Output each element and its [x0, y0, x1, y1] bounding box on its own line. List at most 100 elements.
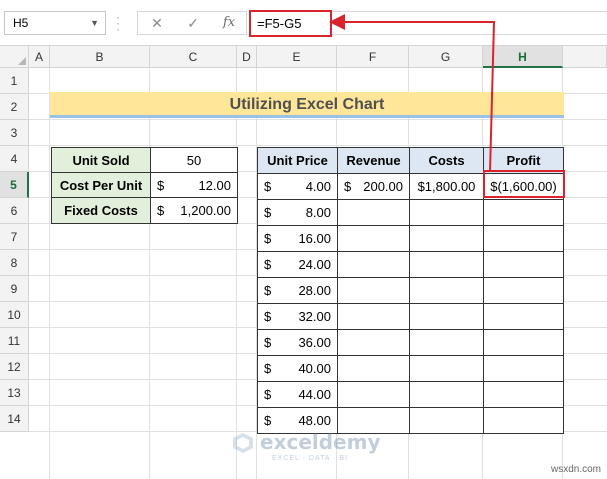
cell-value: 16.00 — [298, 231, 331, 246]
row-header-10[interactable]: 10 — [0, 302, 29, 328]
costs-cell[interactable] — [409, 225, 484, 252]
revenue-cell[interactable] — [337, 355, 410, 382]
currency-symbol: $ — [344, 179, 352, 194]
revenue-cell[interactable]: $200.00 — [337, 173, 410, 200]
fx-icon[interactable]: fx — [214, 13, 244, 33]
close-icon[interactable]: ✕ — [142, 13, 172, 33]
gridline — [149, 68, 150, 479]
column-header-g[interactable]: G — [409, 46, 483, 68]
column-header-b[interactable]: B — [50, 46, 150, 68]
input-value[interactable]: $1,200.00 — [150, 197, 238, 224]
row-header-12[interactable]: 12 — [0, 354, 29, 380]
unit-price-cell[interactable]: $24.00 — [257, 251, 338, 278]
row-header-8[interactable]: 8 — [0, 250, 29, 276]
check-icon[interactable]: ✓ — [178, 13, 208, 33]
gridline — [236, 68, 237, 479]
chevron-down-icon[interactable]: ▼ — [90, 12, 99, 34]
column-header-h[interactable]: H — [483, 46, 563, 68]
table-header[interactable]: Costs — [409, 147, 484, 174]
input-label[interactable]: Unit Sold — [51, 147, 151, 174]
costs-cell[interactable] — [409, 303, 484, 330]
site-label: wsxdn.com — [550, 464, 601, 475]
unit-price-cell[interactable]: $28.00 — [257, 277, 338, 304]
exceldemy-logo-icon — [233, 433, 253, 453]
unit-price-cell[interactable]: $36.00 — [257, 329, 338, 356]
currency-symbol: $ — [264, 309, 272, 324]
currency-symbol: $ — [264, 257, 272, 272]
gridline — [29, 119, 607, 120]
gridline — [49, 68, 50, 479]
revenue-cell[interactable] — [337, 329, 410, 356]
currency-symbol: $ — [264, 231, 272, 246]
table-header[interactable]: Unit Price — [257, 147, 338, 174]
currency-symbol: $ — [264, 387, 272, 402]
costs-cell[interactable] — [409, 199, 484, 226]
row-header-2[interactable]: 2 — [0, 94, 29, 120]
profit-cell[interactable] — [483, 381, 564, 408]
input-value[interactable]: 50 — [150, 147, 238, 174]
name-box[interactable]: H5 ▼ — [4, 11, 106, 35]
profit-cell[interactable] — [483, 199, 564, 226]
row-header-11[interactable]: 11 — [0, 328, 29, 354]
currency-symbol: $ — [264, 205, 272, 220]
unit-price-cell[interactable]: $4.00 — [257, 173, 338, 200]
watermark-tagline: EXCEL · DATA · BI — [272, 455, 348, 462]
unit-price-cell[interactable]: $44.00 — [257, 381, 338, 408]
cell-value: 1,200.00 — [180, 203, 231, 218]
revenue-cell[interactable] — [337, 251, 410, 278]
row-header-13[interactable]: 13 — [0, 380, 29, 406]
profit-cell[interactable] — [483, 329, 564, 356]
select-all-button[interactable] — [0, 46, 29, 68]
revenue-cell[interactable] — [337, 199, 410, 226]
row-header-9[interactable]: 9 — [0, 276, 29, 302]
currency-symbol: $ — [264, 335, 272, 350]
row-header-5[interactable]: 5 — [0, 172, 29, 198]
formula-value[interactable]: =F5-G5 — [249, 10, 332, 37]
unit-price-cell[interactable]: $16.00 — [257, 225, 338, 252]
profit-cell[interactable] — [483, 355, 564, 382]
row-header-1[interactable]: 1 — [0, 68, 29, 94]
row-header-7[interactable]: 7 — [0, 224, 29, 250]
column-header-a[interactable]: A — [29, 46, 50, 68]
revenue-cell[interactable] — [337, 381, 410, 408]
currency-symbol: $ — [264, 179, 272, 194]
currency-symbol: $ — [264, 361, 272, 376]
cell-value: 44.00 — [298, 387, 331, 402]
costs-cell[interactable]: $1,800.00 — [409, 173, 484, 200]
costs-cell[interactable] — [409, 407, 484, 434]
costs-cell[interactable] — [409, 277, 484, 304]
column-header-f[interactable]: F — [337, 46, 409, 68]
row-header-3[interactable]: 3 — [0, 120, 29, 146]
revenue-cell[interactable] — [337, 303, 410, 330]
costs-cell[interactable] — [409, 329, 484, 356]
sheet-title[interactable]: Utilizing Excel Chart — [50, 92, 564, 118]
cell-value: 4.00 — [305, 179, 331, 194]
unit-price-cell[interactable]: $40.00 — [257, 355, 338, 382]
revenue-cell[interactable] — [337, 277, 410, 304]
profit-cell[interactable] — [483, 407, 564, 434]
profit-cell[interactable] — [483, 225, 564, 252]
input-value[interactable]: $12.00 — [150, 172, 238, 199]
revenue-cell[interactable] — [337, 225, 410, 252]
row-header-14[interactable]: 14 — [0, 406, 29, 432]
profit-cell[interactable] — [483, 277, 564, 304]
costs-cell[interactable] — [409, 251, 484, 278]
cell-value: 40.00 — [298, 361, 331, 376]
unit-price-cell[interactable]: $8.00 — [257, 199, 338, 226]
column-header-d[interactable]: D — [237, 46, 257, 68]
unit-price-cell[interactable]: $32.00 — [257, 303, 338, 330]
drag-handle-icon[interactable]: · · · — [116, 11, 120, 35]
costs-cell[interactable] — [409, 381, 484, 408]
row-header-6[interactable]: 6 — [0, 198, 29, 224]
selected-cell-highlight — [483, 170, 565, 198]
input-label[interactable]: Fixed Costs — [51, 197, 151, 224]
profit-cell[interactable] — [483, 303, 564, 330]
table-header[interactable]: Revenue — [337, 147, 410, 174]
column-header-c[interactable]: C — [150, 46, 237, 68]
column-header-e[interactable]: E — [257, 46, 337, 68]
costs-cell[interactable] — [409, 355, 484, 382]
input-label[interactable]: Cost Per Unit — [51, 172, 151, 199]
cell-value: 8.00 — [305, 205, 331, 220]
row-header-4[interactable]: 4 — [0, 146, 29, 172]
profit-cell[interactable] — [483, 251, 564, 278]
